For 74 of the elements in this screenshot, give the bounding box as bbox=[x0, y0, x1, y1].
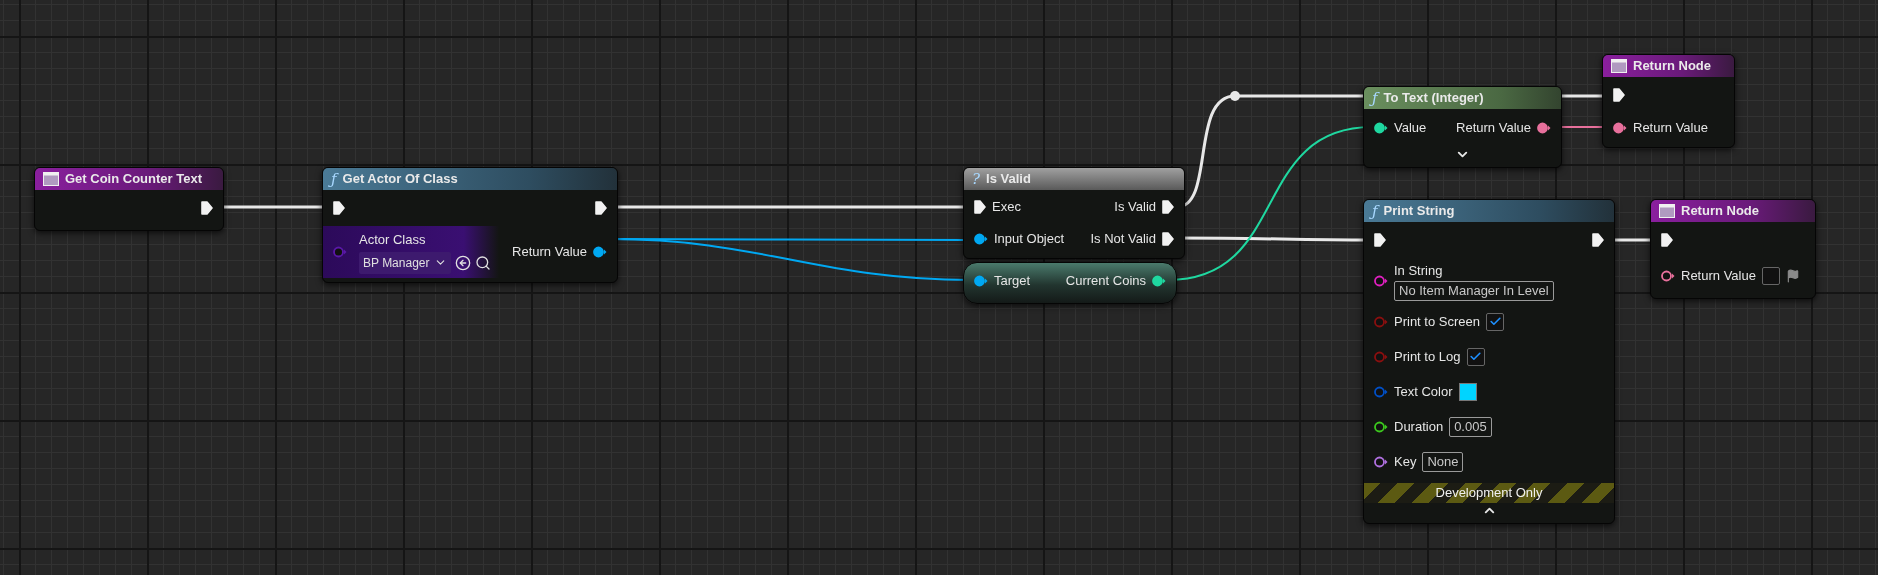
node-title: Is Valid bbox=[986, 170, 1031, 189]
node-title: Get Coin Counter Text bbox=[65, 170, 202, 189]
graph-node[interactable]: ? Is Valid Exec Is Valid Input Object Is Not Valid bbox=[963, 167, 1185, 259]
value-field[interactable]: None bbox=[1422, 451, 1464, 472]
pin-label: Target bbox=[994, 272, 1031, 291]
data-pin-icon[interactable] bbox=[593, 246, 607, 258]
checkbox[interactable] bbox=[1466, 347, 1485, 366]
check-icon bbox=[1469, 350, 1482, 363]
pin-label: Current Coins bbox=[1065, 272, 1146, 291]
exec-pin-icon[interactable] bbox=[1374, 233, 1386, 247]
exec-pin-icon[interactable] bbox=[595, 201, 607, 215]
exec-pin-icon[interactable] bbox=[974, 200, 986, 214]
pin-label: Return Value bbox=[1456, 119, 1531, 138]
exec-pin-icon[interactable] bbox=[1613, 88, 1625, 102]
window-icon bbox=[1611, 59, 1627, 73]
pin-label: Is Valid bbox=[1114, 198, 1156, 217]
node-title: Return Node bbox=[1681, 202, 1759, 221]
pin-label: In String bbox=[1394, 261, 1443, 280]
exec-pin-icon[interactable] bbox=[1162, 200, 1174, 214]
value-field[interactable]: 0.005 bbox=[1449, 416, 1492, 437]
graph-node[interactable]: ƒ Print String In String No Item Manager In Level Print to Screen Print to Log Text Color Duration 0.005 Key None Development Only bbox=[1363, 199, 1615, 524]
node-title: Get Actor Of Class bbox=[342, 170, 458, 189]
pin-label: Print to Screen bbox=[1394, 312, 1480, 331]
arrow-left-icon[interactable] bbox=[454, 254, 471, 271]
pin-label: Value bbox=[1394, 119, 1427, 138]
graph-node[interactable]: Return Node Return Value bbox=[1602, 54, 1735, 148]
pin-label: Return Value bbox=[1681, 267, 1756, 286]
node-type-glyph: ? bbox=[972, 171, 981, 187]
exec-pin-icon[interactable] bbox=[1592, 233, 1604, 247]
data-pin-icon[interactable] bbox=[974, 275, 988, 287]
checkbox[interactable] bbox=[1761, 267, 1780, 285]
graph-canvas[interactable] bbox=[0, 0, 1878, 575]
search-icon[interactable] bbox=[474, 254, 491, 271]
exec-pin-icon[interactable] bbox=[333, 201, 345, 215]
node-title: Print String bbox=[1383, 202, 1455, 221]
reroute-knot[interactable] bbox=[1230, 91, 1240, 101]
data-pin-icon[interactable] bbox=[1374, 420, 1388, 433]
node-title: To Text (Integer) bbox=[1383, 89, 1484, 108]
class-dropdown[interactable]: BP Manager bbox=[359, 251, 451, 274]
value-field[interactable]: No Item Manager In Level bbox=[1394, 281, 1554, 302]
flag-icon bbox=[1785, 269, 1800, 283]
graph-node[interactable]: ƒ Get Actor Of Class Actor Class BP Manager Return Value bbox=[322, 167, 618, 283]
data-pin-icon[interactable] bbox=[1374, 455, 1388, 468]
exec-pin-icon[interactable] bbox=[1162, 232, 1174, 246]
pin-label: Input Object bbox=[994, 230, 1065, 249]
pin-label: Key bbox=[1394, 452, 1417, 471]
window-icon bbox=[43, 172, 59, 186]
graph-node[interactable]: Target Current Coins bbox=[963, 262, 1177, 304]
data-pin-icon[interactable] bbox=[1374, 275, 1388, 287]
graph-node[interactable]: ƒ To Text (Integer) Value Return Value bbox=[1363, 86, 1562, 168]
pin-label: Return Value bbox=[512, 243, 587, 262]
pin-label: Is Not Valid bbox=[1090, 230, 1156, 249]
color-swatch[interactable] bbox=[1458, 382, 1477, 401]
data-pin-icon[interactable] bbox=[1374, 122, 1388, 134]
node-title: Return Node bbox=[1633, 57, 1711, 76]
pin-label: Duration bbox=[1394, 417, 1444, 436]
checkbox[interactable] bbox=[1486, 312, 1504, 331]
check-icon bbox=[1488, 315, 1502, 328]
data-pin-icon[interactable] bbox=[974, 233, 988, 245]
pin-label: Text Color bbox=[1394, 382, 1453, 401]
exec-pin-icon[interactable] bbox=[1661, 233, 1673, 247]
graph-node[interactable]: Get Coin Counter Text bbox=[34, 167, 224, 231]
window-icon bbox=[1659, 204, 1675, 218]
exec-pin-icon[interactable] bbox=[201, 201, 213, 215]
development-only-banner: Development Only bbox=[1364, 483, 1614, 503]
pin-label: Return Value bbox=[1633, 119, 1708, 138]
graph-node[interactable]: Return Node Return Value bbox=[1650, 199, 1816, 299]
data-pin-icon[interactable] bbox=[1152, 275, 1166, 287]
data-pin-icon[interactable] bbox=[1613, 122, 1627, 134]
pin-label: Actor Class bbox=[359, 231, 427, 250]
data-pin-icon[interactable] bbox=[1661, 270, 1675, 282]
pin-label: Print to Log bbox=[1394, 347, 1461, 366]
data-pin-icon[interactable] bbox=[1537, 122, 1551, 134]
pin-label: Exec bbox=[992, 198, 1021, 217]
